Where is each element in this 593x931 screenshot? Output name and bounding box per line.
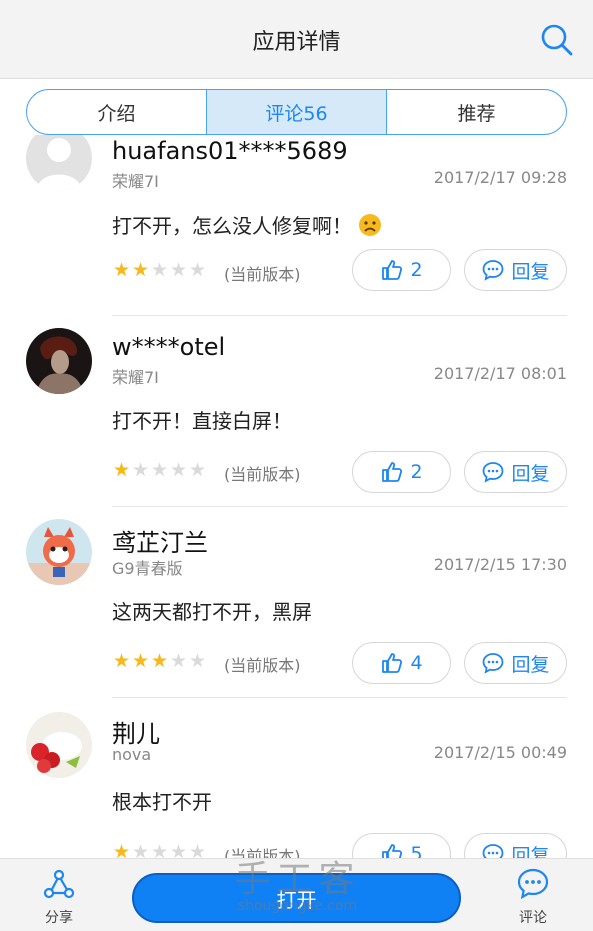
rating-stars: ★ ★ ★ ★ ★	[112, 460, 207, 480]
review-item: 荆儿 nova 2017/2/15 00:49 根本打不开 ★ ★ ★ ★ ★ (当前版…	[0, 698, 593, 858]
like-count: 2	[410, 461, 423, 483]
like-button[interactable]: 4	[352, 642, 451, 684]
star-empty-icon: ★	[150, 841, 169, 858]
avatar[interactable]	[26, 519, 92, 585]
user-photo-icon	[26, 712, 92, 778]
share-icon	[43, 869, 75, 899]
reply-button[interactable]: 回复	[464, 249, 567, 291]
review-device: G9青春版	[112, 559, 183, 578]
version-tag: (当前版本)	[224, 847, 301, 858]
bottom-action-bar: 分享 打开 评论	[0, 858, 593, 931]
star-empty-icon: ★	[188, 259, 207, 281]
like-button[interactable]: 2	[352, 451, 451, 493]
user-photo-icon	[26, 328, 92, 394]
avatar[interactable]	[26, 328, 92, 394]
review-time: 2017/2/15 00:49	[433, 743, 567, 762]
review-time: 2017/2/17 09:28	[433, 168, 567, 187]
star-filled-icon: ★	[131, 259, 150, 281]
star-filled-icon: ★	[112, 259, 131, 281]
star-empty-icon: ★	[150, 459, 169, 481]
comment-bubble-icon	[483, 260, 504, 281]
like-button[interactable]: 5	[352, 833, 451, 858]
search-icon	[541, 24, 573, 56]
star-empty-icon: ★	[169, 650, 188, 672]
review-item: 鸢芷汀兰 G9青春版 2017/2/15 17:30 这两天都打不开，黑屏 ★ ★…	[0, 507, 593, 698]
review-text: 打不开，怎么没人修复啊！	[112, 210, 382, 239]
tab-recommend[interactable]: 推荐	[387, 90, 566, 134]
star-filled-icon: ★	[150, 650, 169, 672]
review-username[interactable]: w****otel	[112, 333, 225, 361]
reply-label: 回复	[511, 260, 550, 283]
star-filled-icon: ★	[112, 841, 131, 858]
comment-icon	[517, 868, 549, 900]
star-filled-icon: ★	[112, 459, 131, 481]
tab-reviews[interactable]: 评论56	[207, 90, 387, 134]
star-empty-icon: ★	[188, 459, 207, 481]
page-title: 应用详情	[252, 30, 341, 55]
star-empty-icon: ★	[188, 841, 207, 858]
rating-stars: ★ ★ ★ ★ ★	[112, 651, 207, 671]
star-filled-icon: ★	[131, 650, 150, 672]
star-empty-icon: ★	[131, 841, 150, 858]
review-text: 根本打不开	[112, 790, 212, 814]
thumbs-up-icon	[382, 844, 403, 858]
review-item: huafans01****5689 荣耀7I 2017/2/17 09:28 打…	[0, 135, 593, 316]
header-bar: 应用详情	[0, 0, 593, 79]
avatar[interactable]	[26, 712, 92, 778]
comment-button[interactable]: 评论	[503, 867, 563, 927]
review-item: w****otel 荣耀7I 2017/2/17 08:01 打不开！直接白屏！…	[0, 316, 593, 507]
review-device: 荣耀7I	[112, 368, 159, 387]
tab-bar: 介绍 评论56 推荐	[26, 89, 567, 135]
user-photo-icon	[26, 519, 92, 585]
review-device: 荣耀7I	[112, 172, 159, 191]
avatar[interactable]	[26, 135, 92, 191]
star-empty-icon: ★	[169, 259, 188, 281]
thumbs-up-icon	[382, 260, 403, 280]
like-count: 5	[410, 843, 423, 858]
version-tag: (当前版本)	[224, 465, 301, 484]
reply-button[interactable]: 回复	[464, 451, 567, 493]
review-list[interactable]: huafans01****5689 荣耀7I 2017/2/17 09:28 打…	[0, 135, 593, 858]
review-username[interactable]: 鸢芷汀兰	[112, 523, 208, 558]
search-button[interactable]	[539, 22, 575, 58]
review-username[interactable]: 荆儿	[112, 714, 160, 749]
review-device: nova	[112, 745, 152, 764]
star-filled-icon: ★	[112, 650, 131, 672]
like-count: 4	[410, 652, 423, 674]
comment-bubble-icon	[483, 844, 504, 858]
rating-stars: ★ ★ ★ ★ ★	[112, 842, 207, 858]
star-empty-icon: ★	[169, 841, 188, 858]
reply-label: 回复	[511, 653, 550, 676]
review-text-content: 打不开，怎么没人修复啊！	[112, 214, 352, 238]
comment-label: 评论	[519, 910, 547, 926]
reply-label: 回复	[511, 844, 550, 859]
review-time: 2017/2/15 17:30	[433, 555, 567, 574]
review-text: 打不开！直接白屏！	[112, 409, 292, 433]
version-tag: (当前版本)	[224, 265, 301, 284]
sad-face-icon	[359, 214, 381, 236]
share-label: 分享	[45, 910, 73, 926]
like-button[interactable]: 2	[352, 249, 451, 291]
comment-bubble-icon	[483, 653, 504, 674]
review-username[interactable]: huafans01****5689	[112, 137, 348, 165]
version-tag: (当前版本)	[224, 656, 301, 675]
like-count: 2	[410, 259, 423, 281]
star-empty-icon: ★	[169, 459, 188, 481]
open-app-button[interactable]: 打开	[132, 873, 461, 923]
share-button[interactable]: 分享	[29, 867, 89, 927]
reply-button[interactable]: 回复	[464, 833, 567, 858]
rating-stars: ★ ★ ★ ★ ★	[112, 260, 207, 280]
reply-label: 回复	[511, 462, 550, 485]
thumbs-up-icon	[382, 653, 403, 673]
default-avatar-icon	[26, 135, 92, 191]
star-empty-icon: ★	[131, 459, 150, 481]
tab-intro[interactable]: 介绍	[27, 90, 207, 134]
review-time: 2017/2/17 08:01	[433, 364, 567, 383]
reply-button[interactable]: 回复	[464, 642, 567, 684]
comment-bubble-icon	[483, 462, 504, 483]
star-empty-icon: ★	[150, 259, 169, 281]
review-text: 这两天都打不开，黑屏	[112, 600, 312, 624]
star-empty-icon: ★	[188, 650, 207, 672]
thumbs-up-icon	[382, 462, 403, 482]
